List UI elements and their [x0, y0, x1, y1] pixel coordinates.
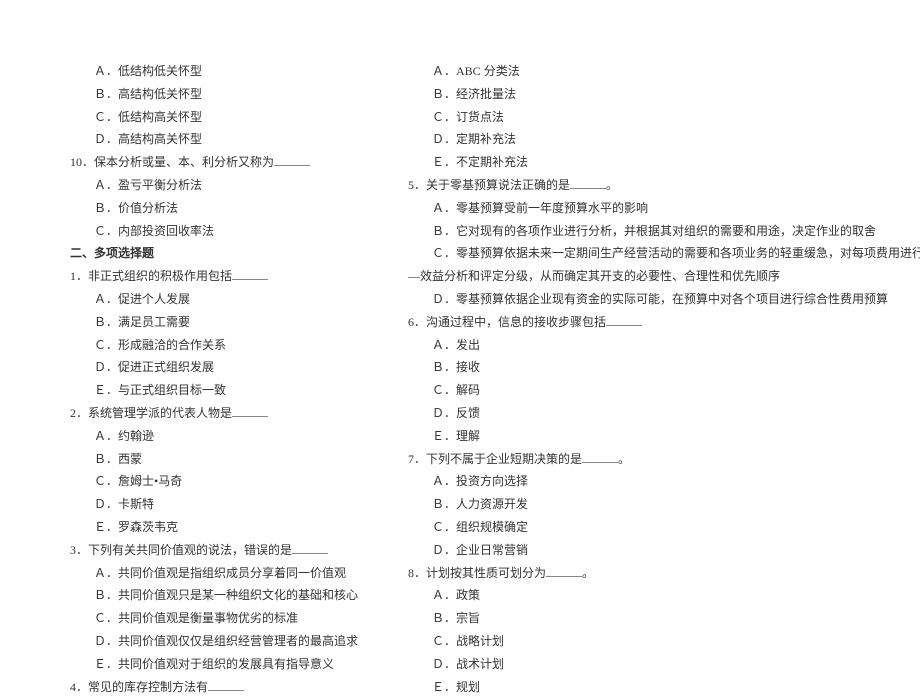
question-7: 7．下列不属于企业短期决策的是 。 — [408, 448, 920, 471]
question-text: 3．下列有关共同价值观的说法，错误的是 — [70, 543, 292, 557]
question-text: 6．沟通过程中，信息的接收步骤包括 — [408, 315, 606, 329]
question-text: 10．保本分析或量、本、利分析又称为 — [70, 155, 274, 169]
option: Ｃ．詹姆士•马奇 — [70, 470, 358, 493]
option: Ｄ．定期补充法 — [408, 128, 920, 151]
tail: 。 — [606, 178, 618, 192]
question-8: 8．计划按其性质可划分为 。 — [408, 562, 920, 585]
question-10: 10．保本分析或量、本、利分析又称为 — [70, 151, 358, 174]
blank — [208, 679, 244, 691]
blank — [292, 542, 328, 554]
blank — [232, 405, 268, 417]
option: Ｄ．高结构高关怀型 — [70, 128, 358, 151]
tail: 。 — [582, 566, 594, 580]
option: Ｃ．解码 — [408, 379, 920, 402]
question-4: 4．常见的库存控制方法有 — [70, 676, 358, 698]
option: Ａ．盈亏平衡分析法 — [70, 174, 358, 197]
option: Ｃ．订货点法 — [408, 106, 920, 129]
question-5: 5．关于零基预算说法正确的是 。 — [408, 174, 920, 197]
option: Ｄ．企业日常营销 — [408, 539, 920, 562]
left-column: Ａ．低结构低关怀型 Ｂ．高结构低关怀型 Ｃ．低结构高关怀型 Ｄ．高结构高关怀型 … — [70, 60, 358, 631]
option: Ｂ．经济批量法 — [408, 83, 920, 106]
option: Ｄ．促进正式组织发展 — [70, 356, 358, 379]
option: Ｄ．战术计划 — [408, 653, 920, 676]
option: Ｅ．与正式组织目标一致 — [70, 379, 358, 402]
question-text: 7．下列不属于企业短期决策的是 — [408, 452, 582, 466]
option: Ｂ．满足员工需要 — [70, 311, 358, 334]
question-text: 8．计划按其性质可划分为 — [408, 566, 546, 580]
option-continuation: —效益分析和评定分级，从而确定其开支的必要性、合理性和优先顺序 — [408, 265, 920, 288]
option: Ｃ．内部投资回收率法 — [70, 220, 358, 243]
option: Ｃ．零基预算依据未来一定期间生产经营活动的需要和各项业务的轻重缓急，对每项费用进… — [408, 242, 920, 265]
question-text: 4．常见的库存控制方法有 — [70, 680, 208, 694]
question-text: 2．系统管理学派的代表人物是 — [70, 406, 232, 420]
option: Ｃ．共同价值观是衡量事物优劣的标准 — [70, 607, 358, 630]
option: Ｄ．共同价值观仅仅是组织经营管理者的最高追求 — [70, 630, 358, 653]
option: Ａ．发出 — [408, 334, 920, 357]
question-6: 6．沟通过程中，信息的接收步骤包括 — [408, 311, 920, 334]
option: Ｃ．组织规模确定 — [408, 516, 920, 539]
option: Ｂ．共同价值观只是某一种组织文化的基础和核心 — [70, 584, 358, 607]
blank — [274, 154, 310, 166]
option: Ｅ．理解 — [408, 425, 920, 448]
right-column: Ａ．ABC 分类法 Ｂ．经济批量法 Ｃ．订货点法 Ｄ．定期补充法 Ｅ．不定期补充… — [408, 60, 920, 631]
option: Ｂ．宗旨 — [408, 607, 920, 630]
option: Ｅ．规划 — [408, 676, 920, 698]
option: Ｄ．卡斯特 — [70, 493, 358, 516]
blank — [570, 177, 606, 189]
question-2: 2．系统管理学派的代表人物是 — [70, 402, 358, 425]
option: Ｂ．价值分析法 — [70, 197, 358, 220]
option: Ａ．共同价值观是指组织成员分享着同一价值观 — [70, 562, 358, 585]
blank — [232, 268, 268, 280]
question-text: 5．关于零基预算说法正确的是 — [408, 178, 570, 192]
option: Ｂ．高结构低关怀型 — [70, 83, 358, 106]
option: Ｅ．不定期补充法 — [408, 151, 920, 174]
blank — [546, 565, 582, 577]
option: Ｃ．形成融洽的合作关系 — [70, 334, 358, 357]
question-3: 3．下列有关共同价值观的说法，错误的是 — [70, 539, 358, 562]
option: Ａ．低结构低关怀型 — [70, 60, 358, 83]
option: Ａ．ABC 分类法 — [408, 60, 920, 83]
option: Ｅ．共同价值观对于组织的发展具有指导意义 — [70, 653, 358, 676]
option: Ｃ．战略计划 — [408, 630, 920, 653]
blank — [606, 314, 642, 326]
option: Ａ．促进个人发展 — [70, 288, 358, 311]
option: Ａ．投资方向选择 — [408, 470, 920, 493]
option: Ｂ．人力资源开发 — [408, 493, 920, 516]
option: Ｂ．它对现有的各项作业进行分析，并根据其对组织的需要和用途，决定作业的取舍 — [408, 220, 920, 243]
option: Ｃ．低结构高关怀型 — [70, 106, 358, 129]
section-2-title: 二、多项选择题 — [70, 242, 358, 265]
option: Ｄ．零基预算依据企业现有资金的实际可能，在预算中对各个项目进行综合性费用预算 — [408, 288, 920, 311]
option: Ｂ．接收 — [408, 356, 920, 379]
question-1: 1．非正式组织的积极作用包括 — [70, 265, 358, 288]
tail: 。 — [618, 452, 630, 466]
question-text: 1．非正式组织的积极作用包括 — [70, 269, 232, 283]
option: Ａ．政策 — [408, 584, 920, 607]
option: Ｅ．罗森茨韦克 — [70, 516, 358, 539]
option: Ａ．零基预算受前一年度预算水平的影响 — [408, 197, 920, 220]
option: Ｂ．西蒙 — [70, 448, 358, 471]
option: Ｄ．反馈 — [408, 402, 920, 425]
blank — [582, 451, 618, 463]
option: Ａ．约翰逊 — [70, 425, 358, 448]
